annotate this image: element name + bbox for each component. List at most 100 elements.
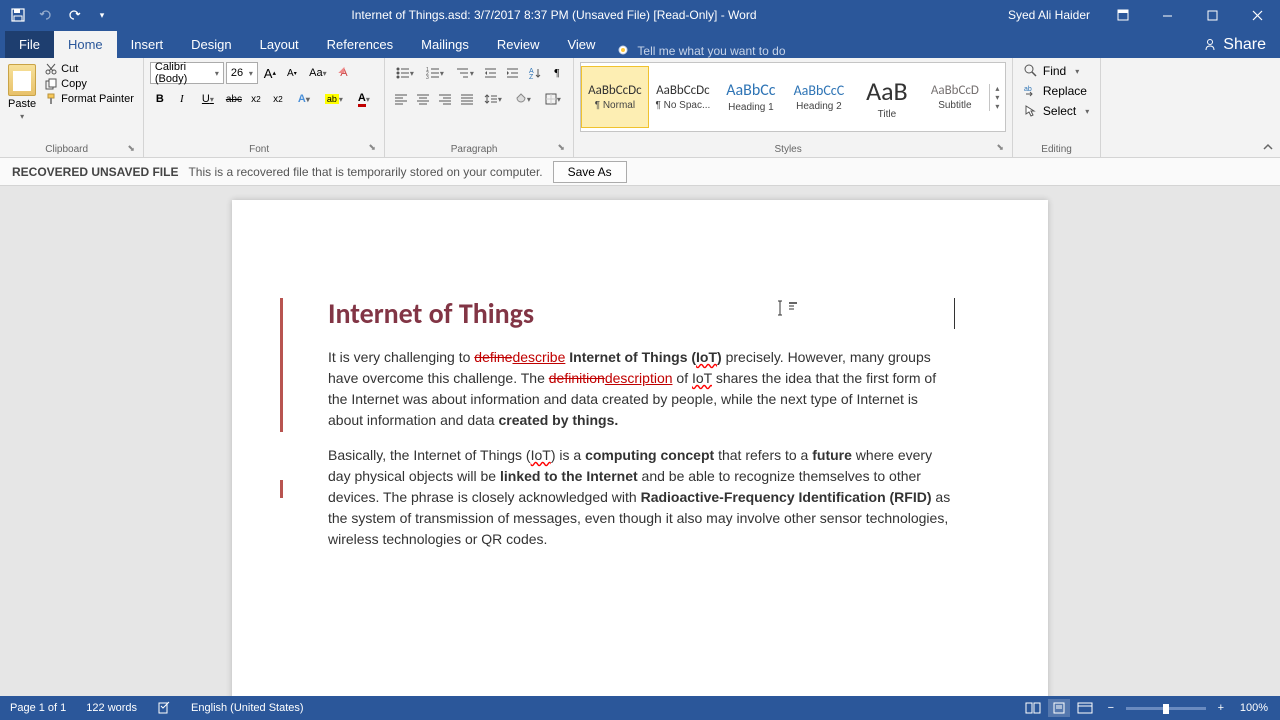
editing-label: Editing (1019, 142, 1094, 155)
line-spacing-button[interactable]: ▾ (479, 88, 507, 110)
style-item[interactable]: AaBbCcHeading 1 (717, 66, 785, 128)
paste-button[interactable]: Paste ▾ (6, 62, 38, 123)
find-button[interactable]: Find▾ (1019, 62, 1094, 80)
collapse-ribbon-icon[interactable] (1262, 141, 1274, 153)
select-button[interactable]: Select▾ (1019, 102, 1094, 120)
save-as-button[interactable]: Save As (553, 161, 627, 183)
track-change-bar[interactable] (280, 298, 283, 432)
paragraph-launcher-icon[interactable]: ⬊ (557, 142, 567, 155)
web-layout-icon[interactable] (1074, 699, 1096, 717)
tab-review[interactable]: Review (483, 31, 554, 58)
styles-scroll-down-icon[interactable]: ▾ (990, 93, 1005, 102)
close-icon[interactable] (1235, 0, 1280, 30)
tab-mailings[interactable]: Mailings (407, 31, 483, 58)
user-name[interactable]: Syed Ali Haider (998, 8, 1100, 22)
grow-font-button[interactable]: A▴ (260, 62, 280, 84)
tab-home[interactable]: Home (54, 31, 117, 58)
styles-more-icon[interactable]: ▾ (990, 102, 1005, 111)
tab-file[interactable]: File (5, 31, 54, 58)
group-paragraph: ▾ 123▾ ▾ AZ ¶ ▾ ▾ ▾ Paragraph⬊ (385, 58, 574, 157)
document-title[interactable]: Internet of Things (328, 296, 952, 331)
spelling-error: IoT (531, 447, 551, 463)
italic-button[interactable]: I (172, 88, 192, 110)
tracked-insertion: description (605, 370, 673, 386)
font-color-button[interactable]: A▾ (350, 88, 378, 110)
style-item[interactable]: AaBbCcDSubtitle (921, 66, 989, 128)
sort-button[interactable]: AZ (525, 62, 545, 84)
tracked-deletion: define (474, 349, 512, 365)
clear-formatting-button[interactable]: A◢ (334, 62, 354, 84)
justify-button[interactable] (457, 88, 477, 110)
subscript-button[interactable]: x2 (246, 88, 266, 110)
increase-indent-button[interactable] (503, 62, 523, 84)
font-launcher-icon[interactable]: ⬊ (368, 142, 378, 155)
tab-view[interactable]: View (553, 31, 609, 58)
print-layout-icon[interactable] (1048, 699, 1070, 717)
tab-layout[interactable]: Layout (246, 31, 313, 58)
cut-button[interactable]: Cut (42, 62, 137, 76)
replace-button[interactable]: abReplace (1019, 82, 1094, 100)
minimize-icon[interactable] (1145, 0, 1190, 30)
proofing-icon[interactable] (147, 701, 181, 715)
svg-text:3: 3 (426, 75, 429, 79)
numbering-button[interactable]: 123▾ (421, 62, 449, 84)
highlight-button[interactable]: ab▾ (320, 88, 348, 110)
share-button[interactable]: Share (1189, 32, 1280, 58)
recover-text: This is a recovered file that is tempora… (188, 165, 542, 179)
style-item[interactable]: AaBbCcCHeading 2 (785, 66, 853, 128)
redo-icon[interactable] (66, 7, 82, 23)
copy-button[interactable]: Copy (42, 77, 137, 91)
word-count[interactable]: 122 words (76, 702, 147, 714)
multilevel-list-button[interactable]: ▾ (451, 62, 479, 84)
undo-icon[interactable] (38, 7, 54, 23)
bold-button[interactable]: B (150, 88, 170, 110)
styles-launcher-icon[interactable]: ⬊ (996, 142, 1006, 155)
strikethrough-button[interactable]: abc (224, 88, 244, 110)
styles-scroll-up-icon[interactable]: ▴ (990, 84, 1005, 93)
paragraph-1[interactable]: It is very challenging to definedescribe… (328, 347, 952, 431)
underline-button[interactable]: U▾ (194, 88, 222, 110)
save-icon[interactable] (10, 7, 26, 23)
style-item[interactable]: AaBbCcDc¶ No Spac... (649, 66, 717, 128)
track-change-bar[interactable] (280, 480, 283, 498)
ribbon: Paste ▾ Cut Copy Format Painter Clipboar… (0, 58, 1280, 158)
ribbon-display-icon[interactable] (1100, 0, 1145, 30)
font-size-combo[interactable]: 26▾ (226, 62, 258, 84)
align-left-button[interactable] (391, 88, 411, 110)
superscript-button[interactable]: x2 (268, 88, 288, 110)
font-name-combo[interactable]: Calibri (Body)▾ (150, 62, 224, 84)
style-item[interactable]: AaBTitle (853, 66, 921, 128)
clipboard-launcher-icon[interactable]: ⬊ (127, 143, 137, 154)
page-count[interactable]: Page 1 of 1 (0, 702, 76, 714)
qat-customize-icon[interactable]: ▾ (94, 7, 110, 23)
tell-me-search[interactable]: Tell me what you want to do (609, 44, 1189, 58)
zoom-out-button[interactable]: − (1100, 699, 1122, 717)
page[interactable]: Internet of Things It is very challengin… (232, 200, 1048, 696)
group-clipboard: Paste ▾ Cut Copy Format Painter Clipboar… (0, 58, 144, 157)
tab-design[interactable]: Design (177, 31, 245, 58)
zoom-slider[interactable] (1126, 707, 1206, 710)
document-area[interactable]: Internet of Things It is very challengin… (0, 186, 1280, 696)
paragraph-2[interactable]: Basically, the Internet of Things (IoT) … (328, 445, 952, 550)
zoom-in-button[interactable]: + (1210, 699, 1232, 717)
text-effects-button[interactable]: A▾ (290, 88, 318, 110)
style-item[interactable]: AaBbCcDc¶ Normal (581, 66, 649, 128)
change-case-button[interactable]: Aa▾ (304, 62, 332, 84)
tab-references[interactable]: References (313, 31, 407, 58)
maximize-icon[interactable] (1190, 0, 1235, 30)
shading-button[interactable]: ▾ (509, 88, 537, 110)
paragraph-label: Paragraph (391, 142, 557, 155)
align-right-button[interactable] (435, 88, 455, 110)
read-mode-icon[interactable] (1022, 699, 1044, 717)
decrease-indent-button[interactable] (481, 62, 501, 84)
language[interactable]: English (United States) (181, 702, 314, 714)
show-hide-button[interactable]: ¶ (547, 62, 567, 84)
tab-insert[interactable]: Insert (117, 31, 178, 58)
borders-button[interactable]: ▾ (539, 88, 567, 110)
align-center-button[interactable] (413, 88, 433, 110)
tell-me-placeholder: Tell me what you want to do (637, 44, 785, 58)
bullets-button[interactable]: ▾ (391, 62, 419, 84)
format-painter-button[interactable]: Format Painter (42, 92, 137, 106)
shrink-font-button[interactable]: A▾ (282, 62, 302, 84)
zoom-level[interactable]: 100% (1236, 702, 1272, 714)
